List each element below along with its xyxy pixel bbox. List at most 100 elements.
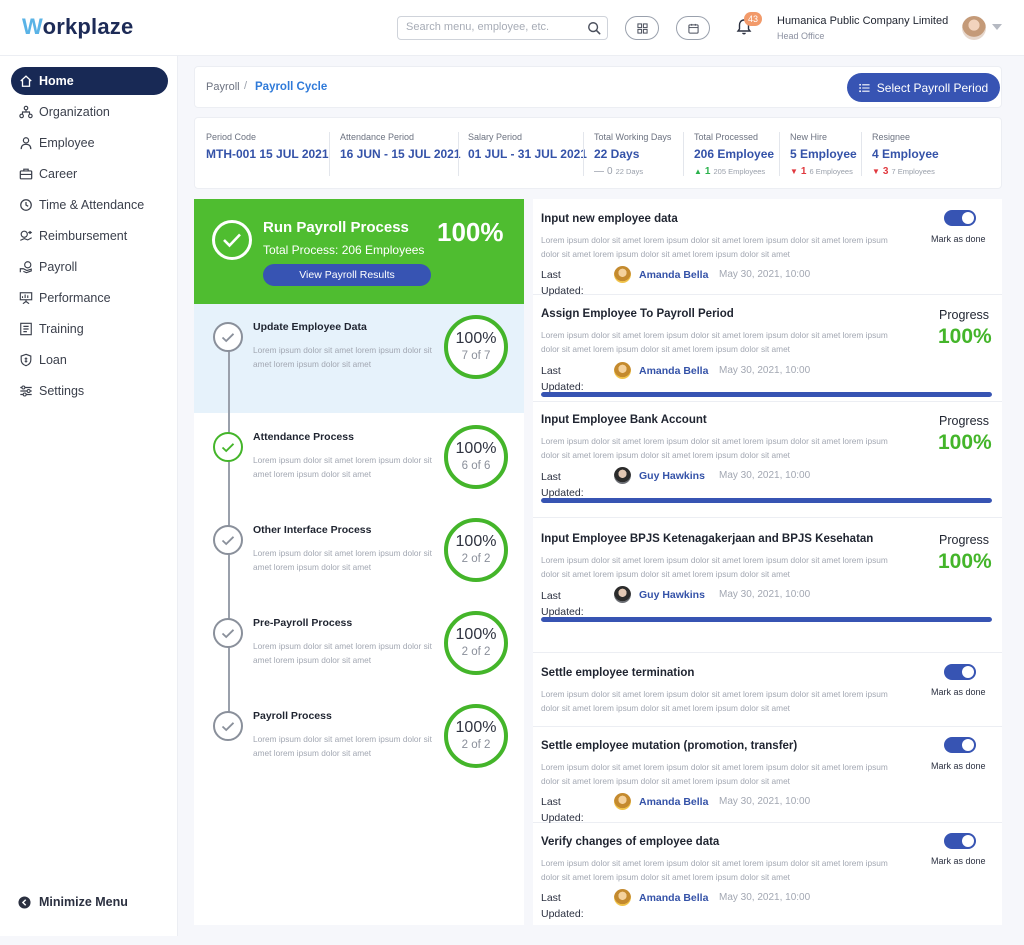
step-attendance-process[interactable]: Attendance Process Lorem ipsum dolor sit… — [194, 414, 524, 504]
payroll-icon — [19, 261, 32, 274]
divider — [861, 132, 862, 176]
progress-ring: 100% 7 of 7 — [444, 315, 508, 379]
progress-ring: 100% 2 of 2 — [444, 611, 508, 675]
breadcrumb-parent[interactable]: Payroll — [206, 81, 240, 93]
breadcrumb-separator: / — [244, 80, 248, 92]
chevron-down-icon[interactable] — [992, 24, 1002, 30]
list-icon — [858, 83, 870, 92]
avatar — [614, 586, 631, 603]
avatar — [614, 793, 631, 810]
notification-badge: 43 — [744, 12, 762, 26]
sidebar: Home Organization Employee Career Time &… — [0, 56, 178, 936]
minimize-menu-button[interactable]: Minimize Menu — [18, 895, 128, 909]
summary-total-working-days: Total Working Days 22 Days —0 22 Days — [594, 132, 672, 177]
sidebar-item-label: Time & Attendance — [39, 198, 145, 212]
mark-done-toggle[interactable] — [944, 737, 976, 753]
sidebar-item-training[interactable]: Training — [11, 315, 168, 343]
sidebar-item-label: Home — [39, 74, 74, 88]
sidebar-item-career[interactable]: Career — [11, 160, 168, 188]
divider — [583, 132, 584, 176]
calendar-icon — [687, 23, 699, 34]
grid-icon — [636, 22, 648, 34]
select-payroll-period-button[interactable]: Select Payroll Period — [847, 73, 1000, 102]
company-branch: Head Office — [777, 31, 825, 41]
progress-ring: 100% 2 of 2 — [444, 704, 508, 768]
top-header: Workplaze 43 Humanica Public Company Lim… — [0, 0, 1024, 56]
run-payroll-percent: 100% — [437, 217, 504, 247]
organization-icon — [19, 105, 33, 119]
search-box[interactable] — [397, 16, 608, 40]
breadcrumb: Payroll / Payroll Cycle Select Payroll P… — [194, 66, 1002, 108]
sidebar-item-home[interactable]: Home — [11, 67, 168, 95]
mark-done-toggle[interactable] — [944, 664, 976, 680]
task-input-new-employee-data: Input new employee data Lorem ipsum dolo… — [533, 199, 1002, 297]
loan-icon — [20, 353, 32, 367]
workplaze-logo[interactable]: Workplaze — [22, 14, 133, 40]
trend-down-icon: ▼ — [790, 167, 798, 176]
apps-grid-button[interactable] — [625, 16, 659, 40]
sidebar-item-label: Payroll — [39, 260, 78, 274]
run-payroll-subtitle: Total Process: 206 Employees — [263, 243, 425, 257]
step-pre-payroll-process[interactable]: Pre-Payroll Process Lorem ipsum dolor si… — [194, 600, 524, 690]
check-circle-icon — [213, 432, 243, 462]
sidebar-item-employee[interactable]: Employee — [11, 129, 168, 157]
company-name[interactable]: Humanica Public Company Limited — [777, 15, 948, 27]
divider — [329, 132, 330, 176]
sidebar-item-organization[interactable]: Organization — [11, 98, 168, 126]
task-assign-employee-to-payroll-period: Assign Employee To Payroll Period Lorem … — [533, 296, 1002, 402]
progress-bar — [541, 392, 992, 397]
avatar — [614, 362, 631, 379]
payroll-summary: Period Code MTH-001 15 JUL 2021 Attendan… — [194, 117, 1002, 189]
step-payroll-process[interactable]: Payroll Process Lorem ipsum dolor sit am… — [194, 693, 524, 783]
task-panel: Input new employee data Lorem ipsum dolo… — [533, 199, 1002, 925]
step-update-employee-data[interactable]: Update Employee Data Lorem ipsum dolor s… — [194, 304, 524, 394]
sidebar-item-performance[interactable]: Performance — [11, 284, 168, 312]
progress-bar — [541, 498, 992, 503]
divider — [779, 132, 780, 176]
run-payroll-title: Run Payroll Process — [263, 219, 409, 236]
progress-ring: 100% 2 of 2 — [444, 518, 508, 582]
progress-bar — [541, 617, 992, 622]
sidebar-item-payroll[interactable]: Payroll — [11, 253, 168, 281]
summary-total-processed: Total Processed 206 Employee ▲ 1 205 Emplo… — [694, 132, 775, 177]
avatar — [614, 266, 631, 283]
trend-flat-icon: — — [594, 166, 604, 177]
search-icon[interactable] — [587, 21, 601, 35]
sidebar-item-time-attendance[interactable]: Time & Attendance — [11, 191, 168, 219]
avatar — [614, 467, 631, 484]
briefcase-icon — [19, 168, 33, 180]
mark-done-toggle[interactable] — [944, 210, 976, 226]
summary-resignee: Resignee 4 Employee ▼ 3 7 Employees — [872, 132, 939, 177]
sidebar-item-loan[interactable]: Loan — [11, 346, 168, 374]
training-icon — [20, 322, 32, 336]
reimbursement-icon — [20, 230, 33, 241]
view-payroll-results-button[interactable]: View Payroll Results — [263, 264, 431, 286]
trend-down-icon: ▼ — [872, 167, 880, 176]
mark-done-toggle[interactable] — [944, 833, 976, 849]
step-other-interface-process[interactable]: Other Interface Process Lorem ipsum dolo… — [194, 507, 524, 597]
summary-new-hire: New Hire 5 Employee ▼ 1 6 Employees — [790, 132, 857, 177]
trend-up-icon: ▲ — [694, 167, 702, 176]
clock-icon — [20, 199, 32, 211]
calendar-button[interactable] — [676, 16, 710, 40]
check-circle-icon — [213, 711, 243, 741]
page-title: Payroll Cycle — [255, 81, 328, 93]
sidebar-item-label: Reimbursement — [39, 229, 128, 243]
sidebar-item-label: Employee — [39, 136, 95, 150]
sidebar-item-label: Training — [39, 322, 84, 336]
sidebar-item-label: Settings — [39, 384, 85, 398]
sidebar-item-reimbursement[interactable]: Reimbursement — [11, 222, 168, 250]
avatar — [614, 889, 631, 906]
user-avatar[interactable] — [962, 16, 986, 40]
settings-icon — [20, 385, 32, 397]
check-circle-icon — [213, 525, 243, 555]
progress-ring: 100% 6 of 6 — [444, 425, 508, 489]
sidebar-item-label: Loan — [39, 353, 67, 367]
performance-icon — [19, 292, 33, 305]
process-panel: Run Payroll Process Total Process: 206 E… — [194, 199, 524, 925]
search-input[interactable] — [406, 21, 581, 33]
sidebar-item-label: Organization — [39, 105, 110, 119]
home-icon — [20, 75, 32, 87]
sidebar-item-settings[interactable]: Settings — [11, 377, 168, 405]
check-circle-icon — [212, 220, 252, 260]
